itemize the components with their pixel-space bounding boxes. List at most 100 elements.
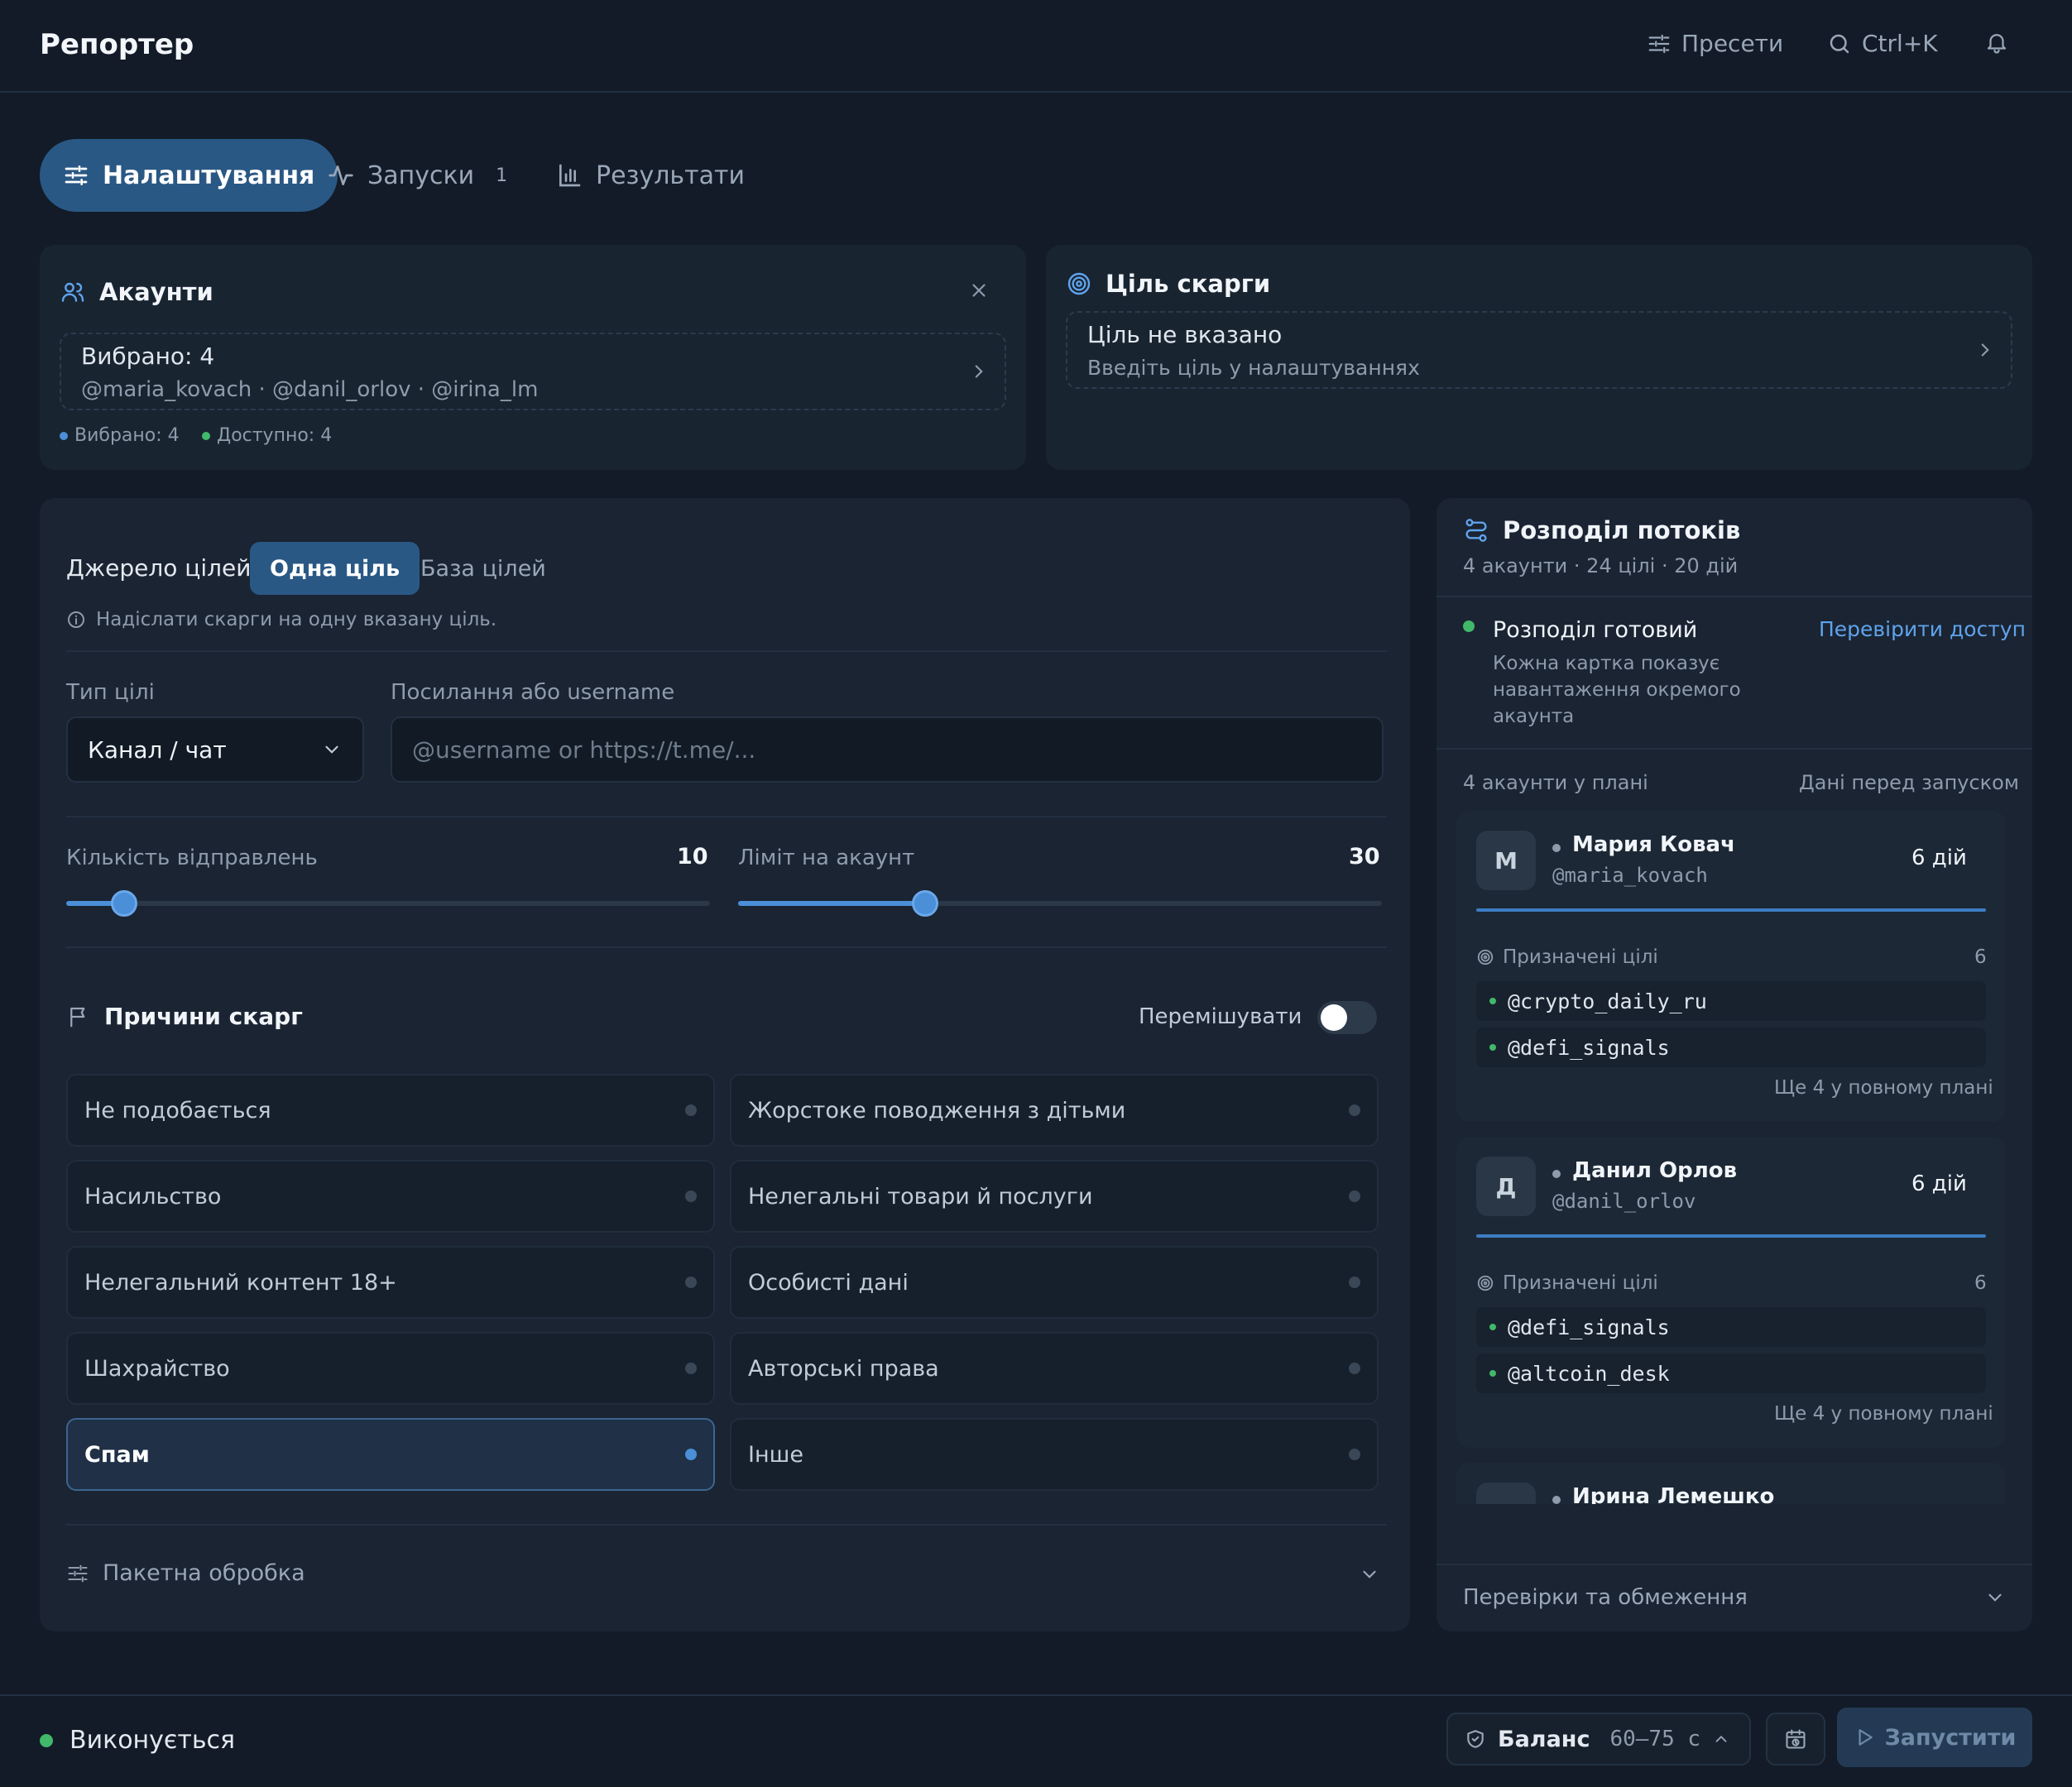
play-icon — [1854, 1727, 1875, 1748]
activity-icon — [328, 162, 354, 189]
account-status-dot — [1552, 1170, 1561, 1178]
limit-slider-handle[interactable] — [912, 890, 938, 917]
search-button[interactable]: Ctrl+K — [1827, 30, 1938, 57]
divider — [66, 816, 1387, 817]
ready-desc-line: навантаження окремого — [1493, 679, 1741, 701]
target-type-select[interactable]: Канал / чат — [66, 716, 364, 783]
assigned-targets-header: Призначені цілі — [1476, 946, 1658, 968]
target-item: @defi_signals — [1476, 1307, 1986, 1347]
account-name: Ирина Лемешко — [1572, 1484, 1775, 1504]
target-item: @altcoin_desk — [1476, 1353, 1986, 1393]
reason-label: Спам — [84, 1441, 150, 1468]
target-icon — [1476, 1274, 1494, 1292]
chevron-up-icon — [1712, 1730, 1730, 1748]
selected-dot — [60, 431, 68, 440]
chevron-down-icon[interactable] — [1359, 1564, 1380, 1585]
reason-indicator — [685, 1191, 697, 1202]
chevron-down-icon[interactable] — [1984, 1587, 2006, 1608]
balance-selector[interactable]: Баланс 60–75 с — [1446, 1713, 1751, 1765]
target-name: @defi_signals — [1508, 1035, 1670, 1060]
calendar-clock-icon — [1784, 1727, 1807, 1751]
sends-label: Кількість відправлень — [66, 846, 318, 870]
assigned-targets-count: 6 — [1974, 1272, 1987, 1294]
link-label: Посилання або username — [391, 680, 675, 705]
reason-indicator — [685, 1363, 697, 1374]
stat-selected-label: Вибрано: 4 — [74, 425, 180, 446]
schedule-button[interactable] — [1766, 1713, 1825, 1765]
reason-indicator — [685, 1104, 697, 1116]
more-targets: Ще 4 у повному плані — [1774, 1077, 1993, 1099]
search-shortcut: Ctrl+K — [1862, 30, 1938, 57]
account-actions: 6 дій — [1911, 846, 1967, 870]
reason-option[interactable]: Особисті дані — [730, 1246, 1379, 1319]
target-empty-title: Ціль не вказано — [1087, 321, 1283, 348]
notifications-button[interactable] — [1984, 30, 2009, 55]
footer-bar: Виконується Баланс 60–75 с Запустити — [0, 1694, 2072, 1787]
reason-indicator — [1349, 1104, 1360, 1116]
reason-option[interactable]: Нелегальні товари й послуги — [730, 1160, 1379, 1233]
reason-option[interactable]: Авторські права — [730, 1332, 1379, 1405]
reason-option[interactable]: Жорстоке поводження з дітьми — [730, 1074, 1379, 1147]
account-handle: @danil_orlov — [1552, 1190, 1696, 1213]
sliders-icon — [66, 1562, 89, 1585]
tab-settings[interactable]: Налаштування — [40, 139, 338, 212]
batch-processing-toggle[interactable]: Пакетна обробка — [66, 1560, 305, 1586]
chevron-right-icon — [968, 361, 990, 382]
distribution-subtitle: 4 акаунти · 24 цілі · 20 дій — [1463, 554, 1739, 577]
account-name: Мария Ковач — [1572, 832, 1735, 857]
plan-data-note: Дані перед запуском — [1799, 771, 2019, 794]
account-actions: 6 дій — [1911, 1171, 1967, 1196]
reason-option[interactable]: Нелегальний контент 18+ — [66, 1246, 715, 1319]
chevron-down-icon — [321, 739, 343, 760]
sliders-icon — [1647, 31, 1672, 56]
reason-label: Нелегальні товари й послуги — [748, 1183, 1093, 1210]
checks-limits-toggle[interactable]: Перевірки та обмеження — [1463, 1585, 1748, 1610]
limit-slider-fill — [738, 901, 925, 906]
divider — [1436, 1564, 2032, 1565]
account-plan-list[interactable]: М Мария Ковач @maria_kovach 6 дій Призна… — [1436, 807, 2032, 1504]
source-option-database[interactable]: База цілей — [400, 542, 566, 595]
source-option-single[interactable]: Одна ціль — [250, 542, 420, 595]
batch-label: Пакетна обробка — [103, 1560, 305, 1586]
reason-option[interactable]: Насильство — [66, 1160, 715, 1233]
search-icon — [1827, 31, 1852, 56]
target-empty-hint: Введіть ціль у налаштуваннях — [1087, 356, 1420, 380]
target-dot — [1489, 1044, 1496, 1051]
accounts-selector[interactable]: Вибрано: 4 @maria_kovach · @danil_orlov … — [60, 333, 1006, 410]
avatar: Д — [1476, 1157, 1536, 1216]
reason-label: Інше — [748, 1441, 803, 1468]
account-status-dot — [1552, 844, 1561, 852]
target-dot — [1489, 998, 1496, 1004]
close-icon[interactable] — [968, 280, 990, 301]
account-handle: @maria_kovach — [1552, 864, 1708, 887]
shuffle-toggle[interactable] — [1317, 1001, 1377, 1034]
reason-label: Авторські права — [748, 1355, 939, 1382]
plan-accounts-count: 4 акаунти у плані — [1463, 771, 1648, 794]
tab-runs[interactable]: Запуски 1 — [328, 139, 507, 212]
check-access-link[interactable]: Перевірити доступ — [1819, 617, 2026, 641]
target-selector[interactable]: Ціль не вказано Введіть ціль у налаштува… — [1066, 311, 2012, 389]
target-type-label: Тип цілі — [66, 680, 155, 705]
presets-button[interactable]: Пресети — [1647, 30, 1783, 57]
sends-slider-track[interactable] — [66, 901, 710, 906]
run-button[interactable]: Запустити — [1837, 1708, 2032, 1767]
presets-label: Пресети — [1681, 30, 1784, 57]
reason-indicator — [1349, 1363, 1360, 1374]
tab-results[interactable]: Результати — [556, 139, 745, 212]
divider — [66, 650, 1387, 652]
reason-option[interactable]: Шахрайство — [66, 1332, 715, 1405]
sends-slider-handle[interactable] — [111, 890, 137, 917]
target-dot — [1489, 1370, 1496, 1377]
reason-label: Особисті дані — [748, 1269, 909, 1296]
stat-selected: Вибрано: 4 — [60, 425, 180, 446]
selected-count: Вибрано: 4 — [81, 343, 215, 370]
limit-value: 30 — [1349, 844, 1380, 870]
reason-option[interactable]: Спам — [66, 1418, 715, 1491]
balance-label: Баланс — [1498, 1726, 1590, 1752]
target-name: @defi_signals — [1508, 1315, 1670, 1339]
account-load-bar — [1476, 1234, 1986, 1238]
reason-option[interactable]: Не подобається — [66, 1074, 715, 1147]
reason-option[interactable]: Інше — [730, 1418, 1379, 1491]
distribution-header: Розподіл потоків — [1463, 516, 1740, 544]
link-input[interactable]: @username or https://t.me/... — [391, 716, 1384, 783]
